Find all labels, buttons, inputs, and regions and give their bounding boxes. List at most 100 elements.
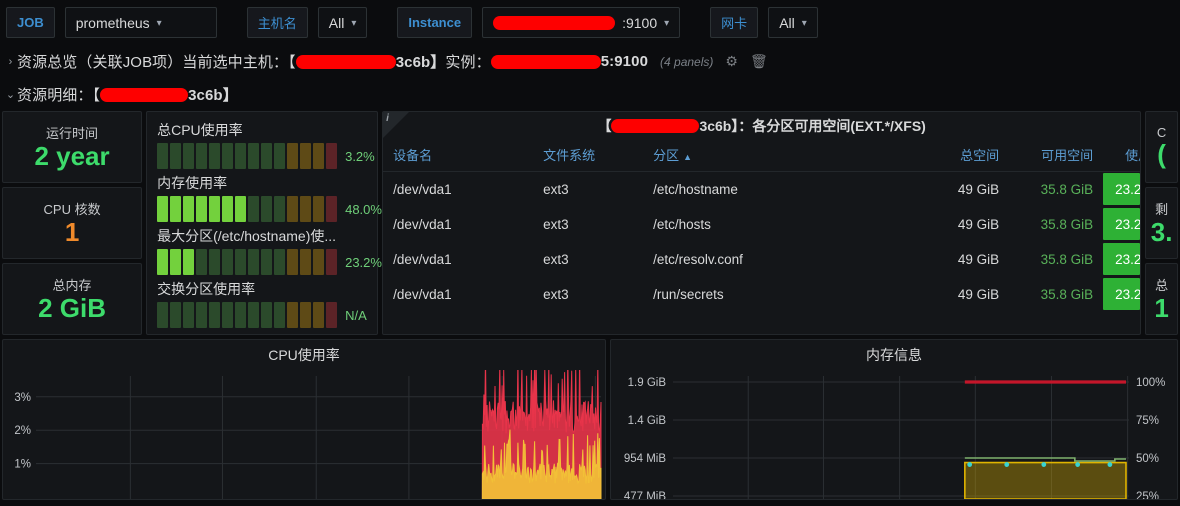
stat-cpu-cores-value: 1: [64, 217, 80, 248]
bargauge-cell: [222, 302, 234, 328]
bargauge-cell: [183, 196, 195, 222]
stat-panel-total-memory[interactable]: 总内存 2 GiB: [2, 263, 143, 335]
variable-hostname-select[interactable]: All ▾: [317, 7, 368, 38]
cell-filesystem: ext3: [543, 286, 569, 302]
info-icon[interactable]: i: [386, 113, 389, 124]
variable-job-select[interactable]: prometheus ▾: [64, 7, 217, 38]
usage-bar: 23.2%: [1103, 243, 1141, 275]
variable-nic-value: All: [779, 14, 795, 31]
bargauge-cpu-cells: [157, 143, 338, 169]
stat-total-memory-title: 总内存: [52, 278, 92, 294]
stat-panel-cpu-cores[interactable]: CPU 核数 1: [2, 187, 143, 259]
stat-uptime-value: 2 year: [34, 141, 110, 172]
trash-icon[interactable]: 🗑: [750, 53, 768, 70]
row-overview-title: 资源总览（关联JOB项）当前选中主机：【: [17, 54, 296, 71]
column-header-partition[interactable]: 分区 ▲: [653, 139, 914, 172]
graph-cpu-plot: 1% 2% 3%: [14, 370, 602, 499]
stat-panel-right-1[interactable]: C (: [1145, 111, 1178, 183]
cell-partition: /etc/hosts: [653, 216, 711, 232]
table-head: 设备名 文件系统 分区▲ 总空间 可用空间 使用率: [383, 139, 1141, 172]
column-header-available[interactable]: 可用空间: [1009, 139, 1104, 172]
table-row[interactable]: /dev/vda1 ext3 /etc/hostname 49 GiB 35.8…: [383, 172, 1141, 207]
bargauge-cell: [313, 249, 325, 275]
bargauge-cell: [287, 196, 299, 222]
cell-total: 49 GiB: [957, 181, 1000, 197]
table-body: /dev/vda1 ext3 /etc/hostname 49 GiB 35.8…: [383, 172, 1141, 312]
bargauge-cell: [196, 302, 208, 328]
bargauge-memory-cells: [157, 196, 338, 222]
bargauge-cell: [235, 302, 247, 328]
bargauge-cell: [326, 143, 338, 169]
bargauge-cell: [300, 143, 312, 169]
cell-device: /dev/vda1: [393, 251, 452, 267]
column-header-total[interactable]: 总空间: [913, 139, 1010, 172]
table-row[interactable]: /dev/vda1 ext3 /etc/resolv.conf 49 GiB 3…: [383, 242, 1141, 277]
bargauge-memory-value: 48.0%: [345, 201, 382, 217]
cpu-y-tick-label: 1%: [14, 459, 31, 471]
bargauge-cell: [261, 302, 273, 328]
memory-y-tick-label: 954 MiB: [624, 453, 667, 465]
stat-panel-right-2[interactable]: 剩 3.: [1145, 187, 1178, 259]
graph-panel-cpu[interactable]: CPU使用率 1% 2% 3%: [2, 339, 606, 500]
bargauge-cell: [248, 302, 260, 328]
bargauge-cell: [287, 302, 299, 328]
dashboard-row-detail[interactable]: ⌄ 资源明细：【 3c6b】: [0, 78, 1180, 111]
bargauge-cell: [274, 249, 286, 275]
variable-hostname-value: All: [328, 14, 345, 31]
memory-series-available: [964, 461, 1127, 499]
stat-total-memory-value: 2 GiB: [38, 293, 106, 324]
bargauge-cell: [248, 143, 260, 169]
memory-series-cached-point: [1004, 462, 1010, 467]
bargauge-item-cpu: 总CPU使用率 3.2%: [157, 120, 375, 169]
variable-nic-select[interactable]: All ▾: [768, 7, 818, 38]
bargauge-cell: [248, 196, 260, 222]
bargauge-cell: [157, 196, 169, 222]
bargauge-cell: [170, 249, 182, 275]
bargauge-cell: [287, 249, 299, 275]
variable-instance-select[interactable]: :9100 ▾: [482, 7, 681, 38]
memory-y2-tick-label: 100%: [1136, 377, 1165, 389]
variable-job-label: JOB: [6, 7, 55, 38]
bargauge-item-largest-partition: 最大分区(/etc/hostname)使... 23.2%: [157, 226, 382, 275]
table-row[interactable]: /dev/vda1 ext3 /run/secrets 49 GiB 35.8 …: [383, 277, 1141, 312]
column-header-device[interactable]: 设备名: [383, 139, 544, 172]
memory-y-tick-label: 1.9 GiB: [628, 377, 667, 389]
variable-nic-label: 网卡: [710, 7, 759, 38]
bargauge-cell: [222, 196, 234, 222]
gear-icon[interactable]: ⚙: [725, 53, 738, 70]
bargauge-cell: [326, 302, 338, 328]
column-header-filesystem[interactable]: 文件系统: [543, 139, 654, 172]
variable-job: JOB prometheus ▾: [6, 7, 217, 38]
column-header-usage[interactable]: 使用率: [1103, 139, 1141, 172]
memory-series-cached-point: [1041, 462, 1047, 467]
graph-panel-memory[interactable]: 内存信息 1.9 GiB 100% 1.4 GiB 75% 954 MiB 50% 477 …: [610, 339, 1178, 500]
bargauge-cell: [157, 143, 169, 169]
memory-y-tick-label: 1.4 GiB: [628, 415, 667, 427]
bargauge-cell: [261, 143, 273, 169]
redacted-hostname-detail: [100, 87, 189, 102]
bargauge-cell: [313, 143, 325, 169]
memory-y-tick-label: 477 MiB: [624, 491, 667, 499]
variable-job-value: prometheus: [75, 14, 150, 31]
redacted-hostname: [295, 54, 396, 69]
table-row[interactable]: /dev/vda1 ext3 /etc/hosts 49 GiB 35.8 Gi…: [383, 207, 1141, 242]
stat-panel-right-3[interactable]: 总 1: [1145, 263, 1178, 335]
stat-panel-column-right: C ( 剩 3. 总 1: [1145, 111, 1178, 335]
variable-instance-label: Instance: [397, 7, 473, 38]
stat-panel-uptime[interactable]: 运行时间 2 year: [2, 111, 143, 183]
usage-bar: 23.2%: [1103, 278, 1141, 310]
cell-total: 49 GiB: [957, 216, 1000, 232]
partitions-table: 设备名 文件系统 分区▲ 总空间 可用空间 使用率 /dev/vda1 ext3…: [383, 139, 1141, 312]
bargauge-panel-usage[interactable]: 总CPU使用率 3.2% 内存使用率 48.0% 最大分区(/etc/hostn…: [146, 111, 382, 335]
table-panel-partitions[interactable]: i 【3c6b】：各分区可用空间(EXT.*/XFS) 设备名 文件系统 分区 ▲…: [382, 111, 1142, 335]
redacted-instance: [490, 54, 601, 69]
chevron-down-icon: ⌄: [5, 89, 16, 101]
bargauge-cell: [209, 143, 221, 169]
bargauge-cell: [261, 249, 273, 275]
graph-panel-row: CPU使用率 1% 2% 3% 内存信息 1.9 GiB 100% 1.4 GiB 75%…: [0, 335, 1180, 500]
dashboard-row-overview[interactable]: › 资源总览（关联JOB项）当前选中主机：【 3c6b】 实例： 5:9100 …: [0, 45, 1180, 78]
cpu-y-tick-label: 3%: [14, 392, 31, 404]
cell-usage: 23.2%: [1103, 172, 1141, 207]
redacted-hostname-table: [611, 118, 700, 133]
bargauge-item-memory: 内存使用率 48.0%: [157, 173, 382, 222]
